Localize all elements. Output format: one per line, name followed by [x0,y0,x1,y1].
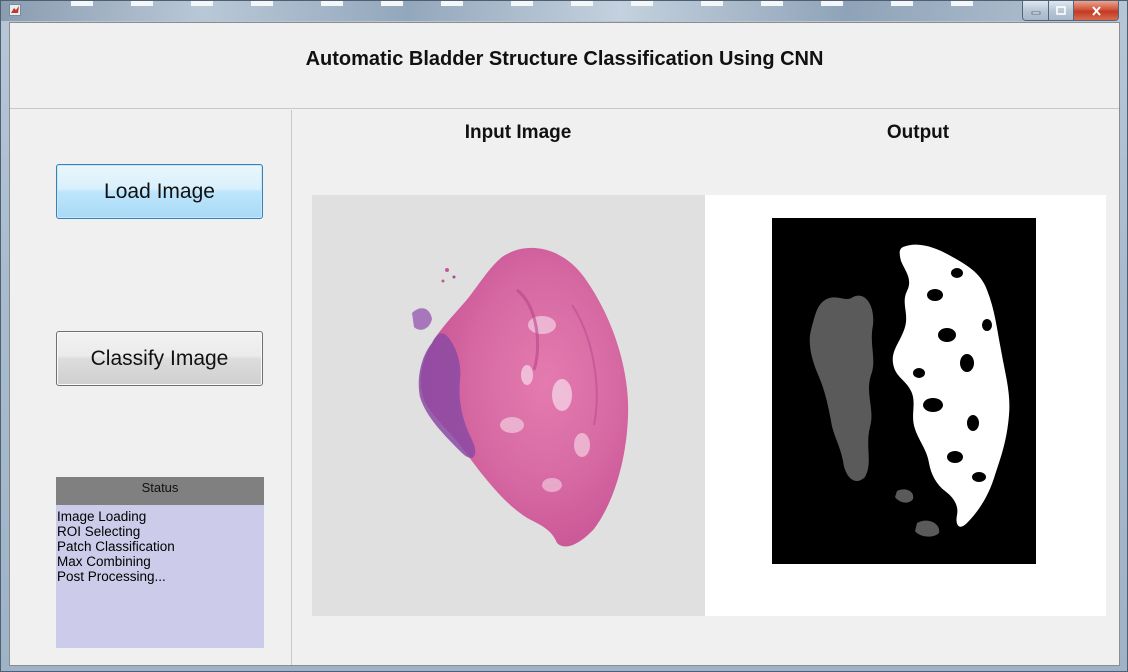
status-line: Image Loading [57,509,147,524]
page-title: Automatic Bladder Structure Classificati… [305,48,824,70]
status-line: ROI Selecting [57,524,141,539]
figure-client-area: Automatic Bladder Structure Classificati… [9,22,1120,666]
window-controls [1022,1,1119,21]
control-panel: Load Image Classify Image Status Image L… [10,110,292,665]
status-line: Patch Classification [57,539,175,554]
minimize-icon[interactable] [1023,1,1049,20]
output-label: Output [886,122,950,143]
classify-image-button[interactable]: Classify Image [56,331,263,386]
load-image-button[interactable]: Load Image [56,164,263,219]
status-line: Max Combining [57,554,151,569]
status-heading: Status [56,477,264,505]
maximize-icon[interactable] [1049,1,1074,20]
title-bar[interactable] [1,1,1127,21]
status-panel: Status Image Loading ROI Selecting Patch… [56,477,264,648]
app-window: Automatic Bladder Structure Classificati… [0,0,1128,672]
matlab-app-icon[interactable] [9,4,21,16]
output-image-axes [705,195,1106,616]
header-panel: Automatic Bladder Structure Classificati… [10,23,1119,109]
image-panel: Input Image Output [293,110,1119,665]
tissue-slide-image [412,247,629,547]
segmentation-mask-image [772,218,1036,564]
close-icon[interactable] [1074,1,1118,20]
status-log: Image Loading ROI Selecting Patch Classi… [56,505,264,584]
input-image-axes [312,195,705,616]
status-line: Post Processing... [57,569,166,584]
input-image-label: Input Image [464,122,572,143]
